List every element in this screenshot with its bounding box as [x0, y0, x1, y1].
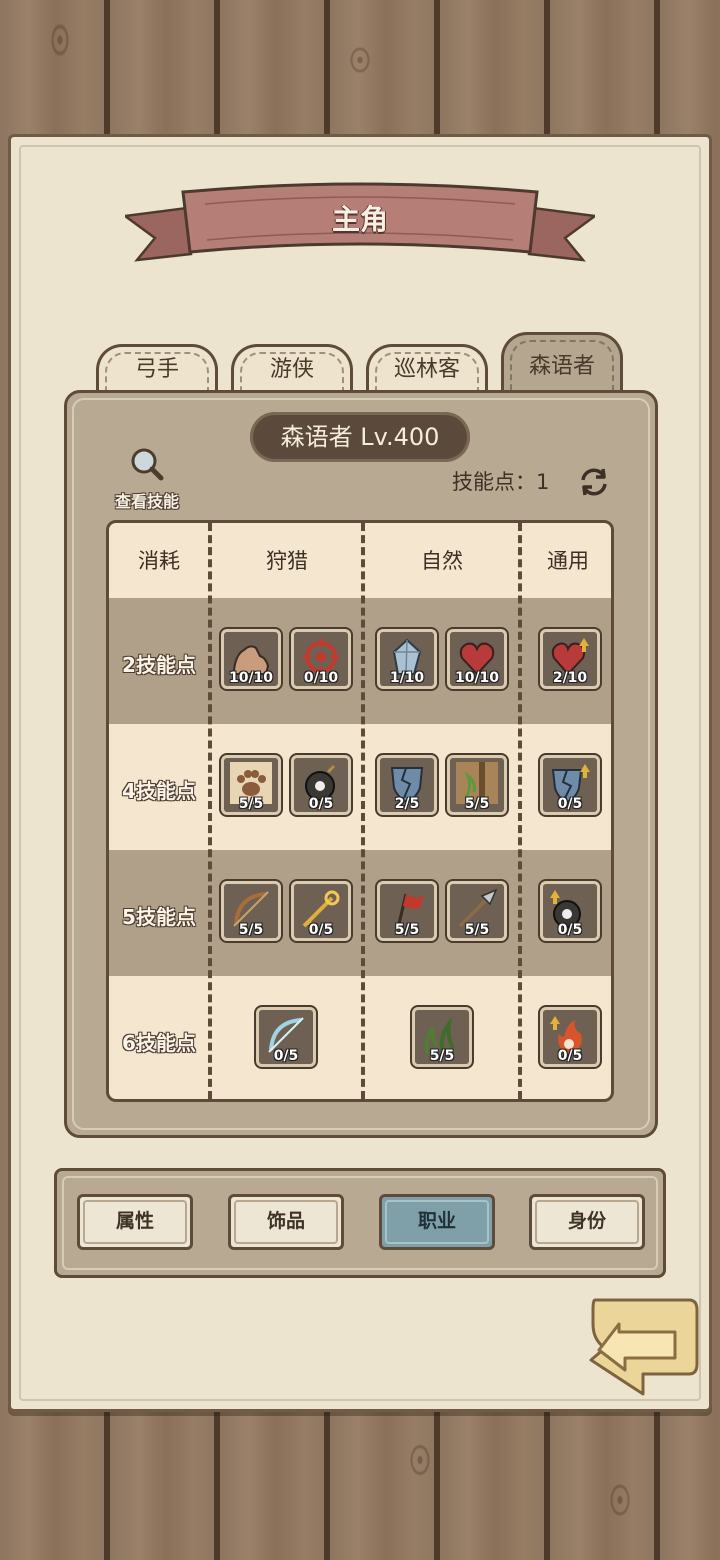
skill-crystal[interactable]: 1/10 — [377, 629, 437, 689]
header-nature: 自然 — [421, 549, 463, 573]
page-title: 主角 — [331, 203, 388, 236]
nav-attributes-button[interactable]: 属性 — [77, 1194, 193, 1250]
skill-skull-bomb-up[interactable]: 0/5 — [540, 881, 600, 941]
header-general: 通用 — [547, 549, 589, 573]
column-divider — [361, 523, 365, 1099]
skill-flag[interactable]: 5/5 — [377, 881, 437, 941]
view-skills-button[interactable]: 查看技能 — [104, 446, 190, 512]
skill-level: 5/5 — [238, 796, 264, 812]
header-cost: 消耗 — [138, 549, 180, 573]
skill-broken-shield[interactable]: 2/5 — [377, 755, 437, 815]
skill-level: 0/5 — [557, 922, 583, 938]
skill-level: 0/10 — [303, 670, 339, 686]
skill-heart[interactable]: 10/10 — [447, 629, 507, 689]
skill-frost-bow[interactable]: 0/5 — [256, 1007, 316, 1067]
skill-target[interactable]: 0/10 — [291, 629, 351, 689]
tab-forest-patroller[interactable]: 巡林客 — [366, 344, 488, 398]
column-divider — [208, 523, 212, 1099]
skill-thorns[interactable]: 5/5 — [412, 1007, 472, 1067]
nav-class-button[interactable]: 职业 — [379, 1194, 495, 1250]
skill-level: 0/5 — [557, 796, 583, 812]
skill-vine[interactable]: 5/5 — [447, 755, 507, 815]
tab-forest-speaker[interactable]: 森语者 — [501, 332, 623, 396]
refresh-icon[interactable] — [578, 466, 610, 498]
skill-level: 10/10 — [454, 670, 500, 686]
skill-level: 5/5 — [238, 922, 264, 938]
skill-points-value: 1 — [536, 470, 550, 494]
row-cost-2: 2技能点 — [122, 653, 196, 677]
skill-level: 2/10 — [552, 670, 588, 686]
skill-spear[interactable]: 5/5 — [447, 881, 507, 941]
skill-level: 0/5 — [273, 1048, 299, 1064]
skill-level: 0/5 — [308, 922, 334, 938]
column-divider — [518, 523, 522, 1099]
skill-broken-shield-up[interactable]: 0/5 — [540, 755, 600, 815]
skill-table: 消耗 狩猎 自然 通用 2技能点 4技能点 5技能点 6技能点 10/10 0/… — [106, 520, 614, 1102]
nav-accessories-button[interactable]: 饰品 — [228, 1194, 344, 1250]
skill-fire-skull-up[interactable]: 0/5 — [540, 1007, 600, 1067]
back-button[interactable] — [585, 1294, 701, 1398]
skill-bomb[interactable]: 0/5 — [291, 755, 351, 815]
skill-level: 0/5 — [308, 796, 334, 812]
header-hunting: 狩猎 — [266, 549, 308, 573]
skill-strength[interactable]: 10/10 — [221, 629, 281, 689]
skill-level: 1/10 — [389, 670, 425, 686]
row-cost-4: 4技能点 — [122, 779, 196, 803]
tab-ranger[interactable]: 游侠 — [231, 344, 353, 398]
magnifier-icon — [131, 448, 164, 481]
row-cost-5: 5技能点 — [122, 905, 196, 929]
tab-archer[interactable]: 弓手 — [96, 344, 218, 398]
skill-level: 5/5 — [394, 922, 420, 938]
skill-bow[interactable]: 5/5 — [221, 881, 281, 941]
skill-level: 5/5 — [464, 922, 490, 938]
skill-heart-up[interactable]: 2/10 — [540, 629, 600, 689]
class-level-badge: 森语者 Lv.400 — [250, 412, 470, 462]
nav-identity-button[interactable]: 身份 — [529, 1194, 645, 1250]
skill-paw[interactable]: 5/5 — [221, 755, 281, 815]
row-cost-6: 6技能点 — [122, 1031, 196, 1055]
skill-level: 5/5 — [464, 796, 490, 812]
skill-level: 10/10 — [228, 670, 274, 686]
skill-level: 5/5 — [429, 1048, 455, 1064]
skill-level: 0/5 — [557, 1048, 583, 1064]
skill-level: 2/5 — [394, 796, 420, 812]
skill-points: 技能点：1 — [452, 466, 549, 496]
view-skills-label: 查看技能 — [114, 492, 179, 511]
skill-golden-arrow[interactable]: 0/5 — [291, 881, 351, 941]
skill-points-label: 技能点： — [452, 470, 536, 494]
